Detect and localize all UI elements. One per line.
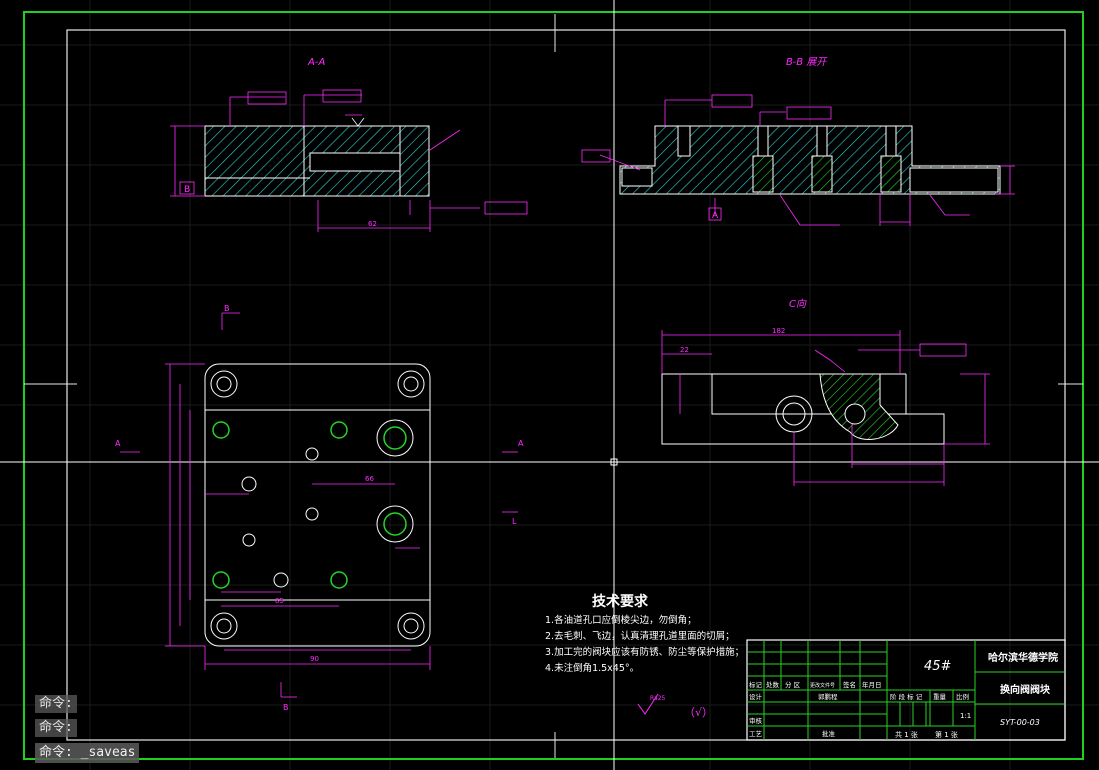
dim-182: 182 [772, 327, 785, 335]
sheet-current: 第 1 张 [935, 730, 958, 739]
technical-requirements: 技术要求 1.各油道孔口应倒棱尖边，勿倒角； 2.去毛刺、飞边，认真清理孔道里面… [545, 593, 744, 674]
header-signature: 签名 [843, 680, 856, 689]
dim-90: 90 [310, 655, 319, 663]
section-bb-title: B-B 展开 [786, 57, 828, 68]
section-bb-view[interactable]: B-B 展开 A [581, 57, 1015, 226]
cut-label-b-bottom: B [283, 703, 289, 712]
tech-req-title: 技术要求 [592, 593, 649, 610]
tech-req-item-2: 2.去毛刺、飞边，认真清理孔道里面的切屑； [545, 630, 735, 642]
cad-drawing-canvas[interactable]: A-A B 62 B-B 展开 A C向 182 22 B B A A L 90… [0, 0, 1099, 770]
stage-header: 阶 段 标 记 [890, 692, 923, 701]
weight-header: 重量 [933, 693, 947, 701]
cut-label-b-top: B [224, 304, 230, 313]
command-history-line-1: 命令: [35, 695, 77, 713]
section-aa-view[interactable]: A-A B 62 [170, 57, 528, 232]
approve-label: 批准 [822, 729, 836, 738]
datum-b-label: B [184, 185, 190, 195]
designer-name: 郭鹏程 [818, 692, 838, 701]
header-change-doc: 更改文件号 [810, 682, 835, 689]
command-input-line[interactable]: 命令: _saveas [35, 743, 140, 763]
surface-roughness-symbol: Ra25 （√） [637, 693, 713, 719]
view-label-l: L [512, 517, 517, 526]
institution-name: 哈尔滨华德学院 [988, 651, 1058, 664]
roughness-value: Ra25 [650, 695, 666, 702]
datum-a-label-bb: A [712, 211, 719, 221]
title-block[interactable]: 45# 哈尔滨华德学院 换向阀阀块 SYT-00-03 标记 处数 分 区 更改… [746, 639, 1066, 741]
material-label: 45# [924, 659, 952, 674]
cut-label-a-right: A [518, 439, 524, 448]
tech-req-item-4: 4.未注倒角1.5x45°。 [545, 662, 639, 674]
header-count: 处数 [766, 680, 780, 689]
command-history-line-2: 命令: [35, 719, 77, 737]
dim-22: 22 [680, 346, 689, 354]
scale-header: 比例 [956, 692, 969, 701]
header-mark: 标记 [749, 680, 763, 689]
plan-view[interactable]: B B A A L 90 66 85 [115, 304, 524, 712]
view-c[interactable]: C向 182 22 [661, 298, 990, 486]
view-c-title: C向 [789, 298, 807, 310]
tech-req-item-1: 1.各油道孔口应倒棱尖边，勿倒角； [545, 614, 697, 626]
section-aa-title: A-A [307, 57, 325, 68]
header-zone: 分 区 [785, 680, 801, 689]
scale-value: 1:1 [960, 712, 971, 720]
dim-85: 85 [275, 597, 284, 605]
roughness-note: （√） [684, 706, 713, 719]
sheet-total: 共 1 张 [895, 730, 918, 739]
process-label: 工艺 [749, 730, 763, 738]
header-date: 年月日 [862, 680, 882, 689]
cut-label-a-left: A [115, 439, 121, 448]
tech-req-item-3: 3.加工完的阀块应该有防锈、防尘等保护措施； [545, 646, 744, 658]
dim-66: 66 [365, 475, 374, 483]
drawing-number: SYT-00-03 [1000, 718, 1040, 727]
part-name: 换向阀阀块 [1000, 683, 1051, 696]
dim-62: 62 [368, 220, 377, 228]
review-label: 审核 [749, 716, 763, 725]
designer-label: 设计 [749, 692, 763, 701]
